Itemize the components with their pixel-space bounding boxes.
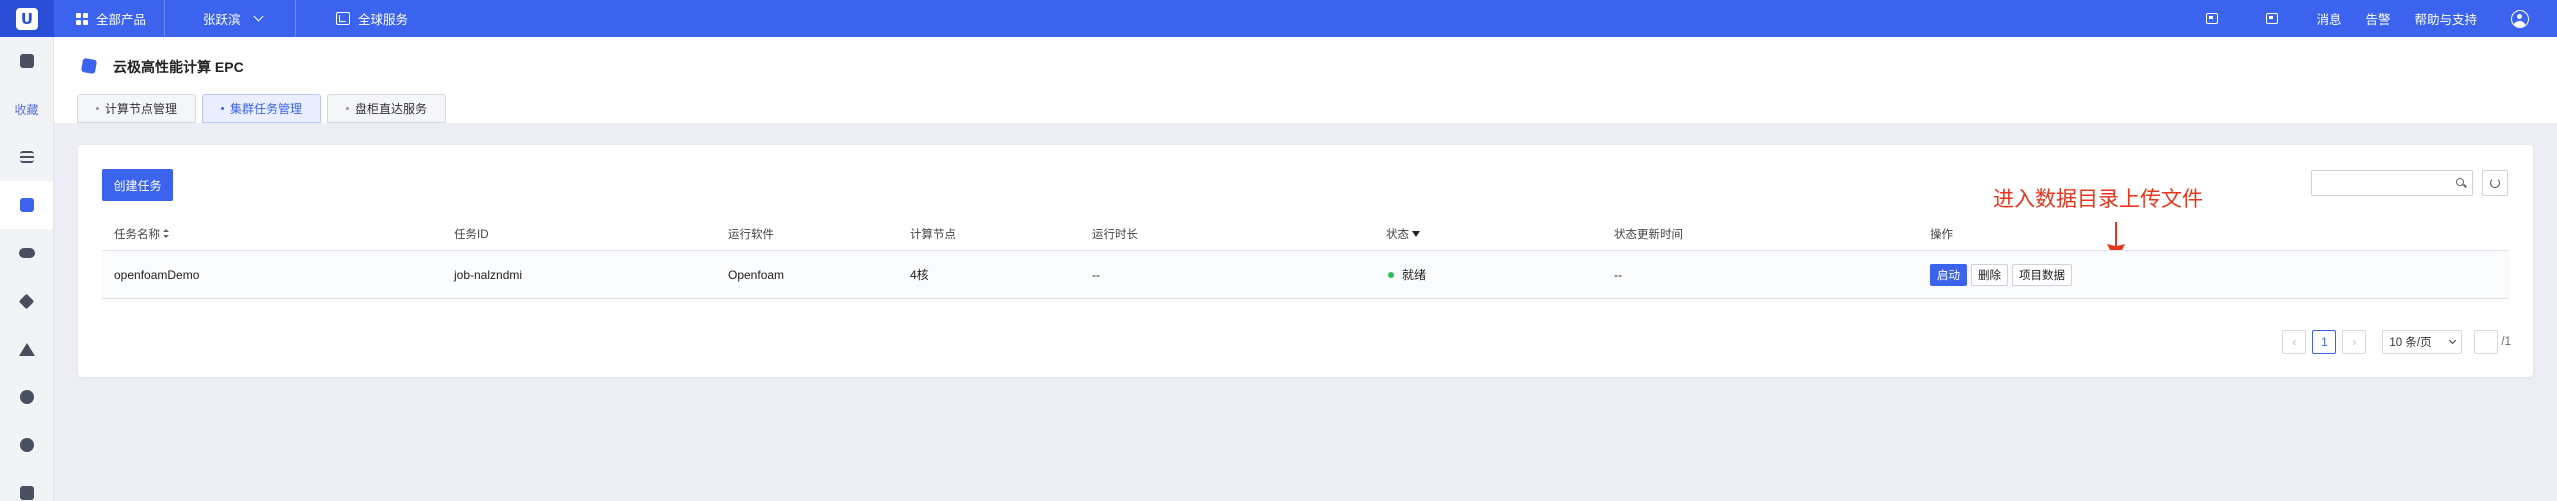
brand-logo[interactable]: U	[16, 7, 38, 30]
page-jump-input[interactable]	[2474, 330, 2499, 354]
global-services-menu[interactable]: 全球服务	[296, 0, 418, 37]
cube-icon	[18, 293, 35, 309]
search-box	[2311, 170, 2473, 196]
messages-link[interactable]: 消息	[2304, 9, 2353, 28]
global-services-icon	[336, 12, 351, 25]
col-header-label: 状态	[1386, 228, 1409, 241]
refresh-icon	[2490, 178, 2500, 188]
top-navigation-bar: U 全部产品 张跃滨 全球服务 消息 告警 帮助与支持	[0, 0, 2557, 37]
logo-container[interactable]: U	[0, 0, 54, 37]
document-icon	[19, 486, 34, 500]
cell-id: job-nalzndmi	[454, 267, 523, 282]
tab-dot-icon	[346, 107, 350, 110]
annotation-text: 进入数据目录上传文件	[1993, 187, 2203, 211]
tab-dot-icon	[221, 107, 225, 110]
page-title: 云极高性能计算 EPC	[113, 59, 244, 75]
cloud-icon	[18, 248, 35, 258]
global-services-label: 全球服务	[358, 13, 409, 27]
image-icon[interactable]	[2266, 13, 2279, 24]
col-header-software: 运行软件	[728, 228, 774, 241]
sidebar-item-more[interactable]	[0, 469, 53, 501]
cell-status: 就绪	[1388, 251, 1426, 298]
sort-icon[interactable]	[163, 229, 169, 238]
filter-icon[interactable]	[1412, 230, 1420, 237]
storage-icon	[18, 342, 35, 356]
cell-name: openfoamDemo	[114, 267, 200, 282]
next-page-button[interactable]: ›	[2342, 330, 2367, 354]
status-dot-icon	[1388, 271, 1394, 278]
col-header-nodes: 计算节点	[910, 228, 956, 241]
status-label: 就绪	[1402, 268, 1427, 282]
table-row: openfoamDemo job-nalzndmi Openfoam 4核 --…	[102, 251, 2509, 299]
cell-updated: --	[1614, 267, 1622, 282]
tab-label: 计算节点管理	[105, 102, 178, 116]
col-header-id: 任务ID	[454, 228, 489, 241]
network-icon	[19, 390, 34, 404]
chevron-down-icon	[2449, 336, 2457, 345]
tab-bar: 计算节点管理 集群任务管理 盘柜直达服务	[77, 91, 447, 123]
page-number-button[interactable]: 1	[2312, 330, 2337, 354]
sidebar-item-monitor[interactable]	[0, 37, 53, 85]
screen-icon[interactable]	[2206, 13, 2219, 24]
sidebar-item-support[interactable]	[0, 421, 53, 469]
help-link[interactable]: 帮助与支持	[2402, 9, 2489, 28]
support-icon	[19, 438, 34, 452]
tab-label: 盘柜直达服务	[355, 102, 428, 116]
epc-icon	[19, 198, 34, 212]
sidebar-item-list[interactable]	[0, 133, 53, 181]
job-list-card: 创建任务 进入数据目录上传文件 任务名称 任务ID 运行软件 计算节点 运行时长…	[78, 145, 2533, 377]
col-header-duration: 运行时长	[1092, 228, 1138, 241]
user-name: 张跃滨	[203, 13, 241, 27]
user-avatar-icon[interactable]	[2511, 9, 2529, 28]
cell-duration: --	[1092, 267, 1100, 282]
page-size-label: 10 条/页	[2389, 337, 2432, 349]
start-button[interactable]: 启动	[1930, 263, 1967, 286]
sidebar-item-favorites[interactable]: 收藏	[0, 85, 53, 133]
tab-dot-icon	[96, 107, 99, 110]
page-total: /1	[2501, 336, 2511, 348]
cell-actions: 启动 删除 项目数据	[1930, 251, 2076, 298]
search-icon[interactable]	[2456, 178, 2464, 186]
sidebar-item-storage[interactable]	[0, 325, 53, 373]
pagination: ‹ 1 › 10 条/页 /1	[2282, 330, 2511, 354]
col-header-updated: 状态更新时间	[1614, 228, 1683, 241]
page-size-select[interactable]: 10 条/页	[2382, 330, 2463, 354]
tab-cluster-jobs[interactable]: 集群任务管理	[202, 94, 322, 123]
all-products-menu[interactable]: 全部产品	[54, 0, 164, 37]
chevron-down-icon	[253, 11, 263, 22]
sidebar-item-cube[interactable]	[0, 277, 53, 325]
favorites-label: 收藏	[14, 102, 39, 117]
table-header: 任务名称 任务ID 运行软件 计算节点 运行时长 状态 状态更新时间 操作	[102, 217, 2509, 251]
search-input[interactable]	[2312, 171, 2442, 195]
all-products-label: 全部产品	[96, 13, 147, 27]
cell-nodes: 4核	[910, 268, 929, 282]
create-job-button[interactable]: 创建任务	[102, 169, 173, 201]
sidebar-item-network[interactable]	[0, 373, 53, 421]
monitor-icon	[19, 54, 34, 68]
project-data-button[interactable]: 项目数据	[2012, 263, 2072, 286]
col-header-name[interactable]: 任务名称	[114, 217, 169, 250]
delete-button[interactable]: 删除	[1971, 263, 2008, 286]
top-right-tools: 消息 告警 帮助与支持	[2192, 0, 2557, 37]
tab-label: 集群任务管理	[230, 102, 303, 116]
col-header-label: 任务名称	[114, 228, 160, 241]
product-icon	[80, 57, 98, 75]
prev-page-button[interactable]: ‹	[2282, 330, 2307, 354]
col-header-status[interactable]: 状态	[1386, 217, 1420, 250]
left-sidebar: 收藏	[0, 37, 54, 501]
refresh-button[interactable]	[2482, 170, 2508, 196]
grid-icon	[76, 12, 88, 25]
list-icon	[19, 151, 34, 163]
product-header: 云极高性能计算 EPC 计算节点管理 集群任务管理 盘柜直达服务	[54, 37, 2557, 123]
col-header-actions: 操作	[1930, 228, 1953, 241]
sidebar-item-cloud[interactable]	[0, 229, 53, 277]
cell-software: Openfoam	[728, 267, 785, 282]
tab-direct-storage[interactable]: 盘柜直达服务	[327, 94, 447, 123]
tab-compute-nodes[interactable]: 计算节点管理	[77, 94, 197, 123]
alerts-link[interactable]: 告警	[2353, 9, 2402, 28]
sidebar-item-epc[interactable]	[0, 181, 53, 229]
project-user-selector[interactable]: 张跃滨	[165, 0, 295, 37]
